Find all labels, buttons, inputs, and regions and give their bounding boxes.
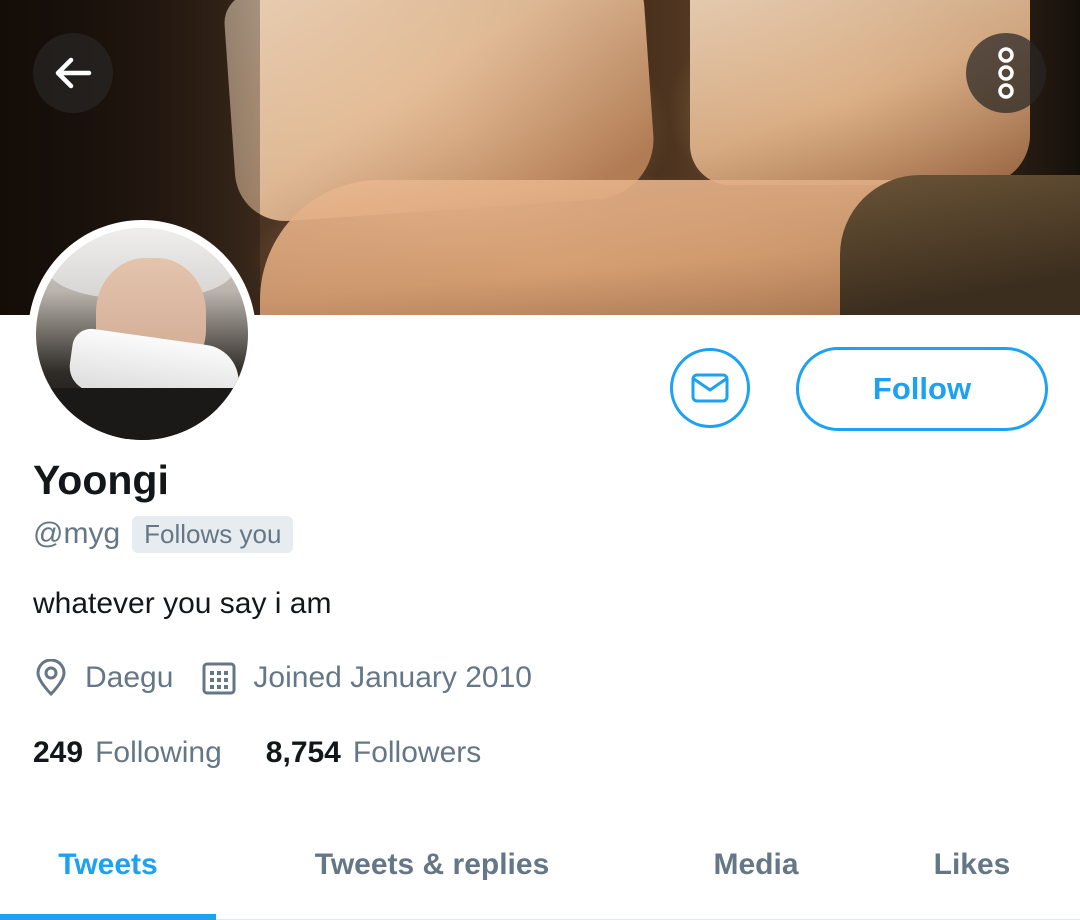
profile-joined-date: Joined January 2010: [253, 661, 532, 694]
tab-tweets-and-replies[interactable]: Tweets & replies: [216, 812, 648, 917]
profile-meta: Daegu Joined January 2010: [33, 656, 532, 700]
follow-stats: 249 Following 8,754 Followers: [33, 732, 481, 774]
calendar-icon: [201, 660, 237, 696]
message-button[interactable]: [670, 348, 750, 428]
avatar-photo: [36, 228, 248, 440]
handle-row: @myg Follows you: [33, 514, 294, 554]
followers-count: 8,754: [265, 736, 341, 769]
tab-media[interactable]: Media: [648, 812, 864, 917]
profile-handle: @myg: [33, 517, 121, 550]
arrow-left-icon: [55, 57, 92, 89]
followers-label: Followers: [352, 736, 482, 769]
avatar[interactable]: [28, 220, 256, 448]
active-tab-indicator: [0, 914, 216, 920]
map-pin-icon: [33, 659, 69, 697]
followers-link[interactable]: 8,754 Followers: [266, 736, 481, 770]
banner-blanket: [840, 175, 1080, 315]
follows-you-badge: Follows you: [132, 515, 294, 553]
profile-name: Yoongi: [33, 457, 169, 503]
profile-location: Daegu: [85, 661, 174, 694]
tab-tweets[interactable]: Tweets: [0, 812, 216, 917]
profile-bio: whatever you say i am: [33, 587, 332, 620]
more-vertical-icon: [998, 47, 1014, 99]
follow-button[interactable]: Follow: [796, 347, 1048, 431]
following-link[interactable]: 249 Following: [33, 736, 222, 770]
following-label: Following: [95, 736, 222, 769]
tab-likes[interactable]: Likes: [864, 812, 1080, 917]
profile-tabs: Tweets Tweets & replies Media Likes: [0, 812, 1080, 920]
following-count: 249: [33, 736, 84, 769]
back-button[interactable]: [33, 33, 113, 113]
more-options-button[interactable]: [966, 33, 1046, 113]
envelope-icon: [691, 373, 729, 403]
